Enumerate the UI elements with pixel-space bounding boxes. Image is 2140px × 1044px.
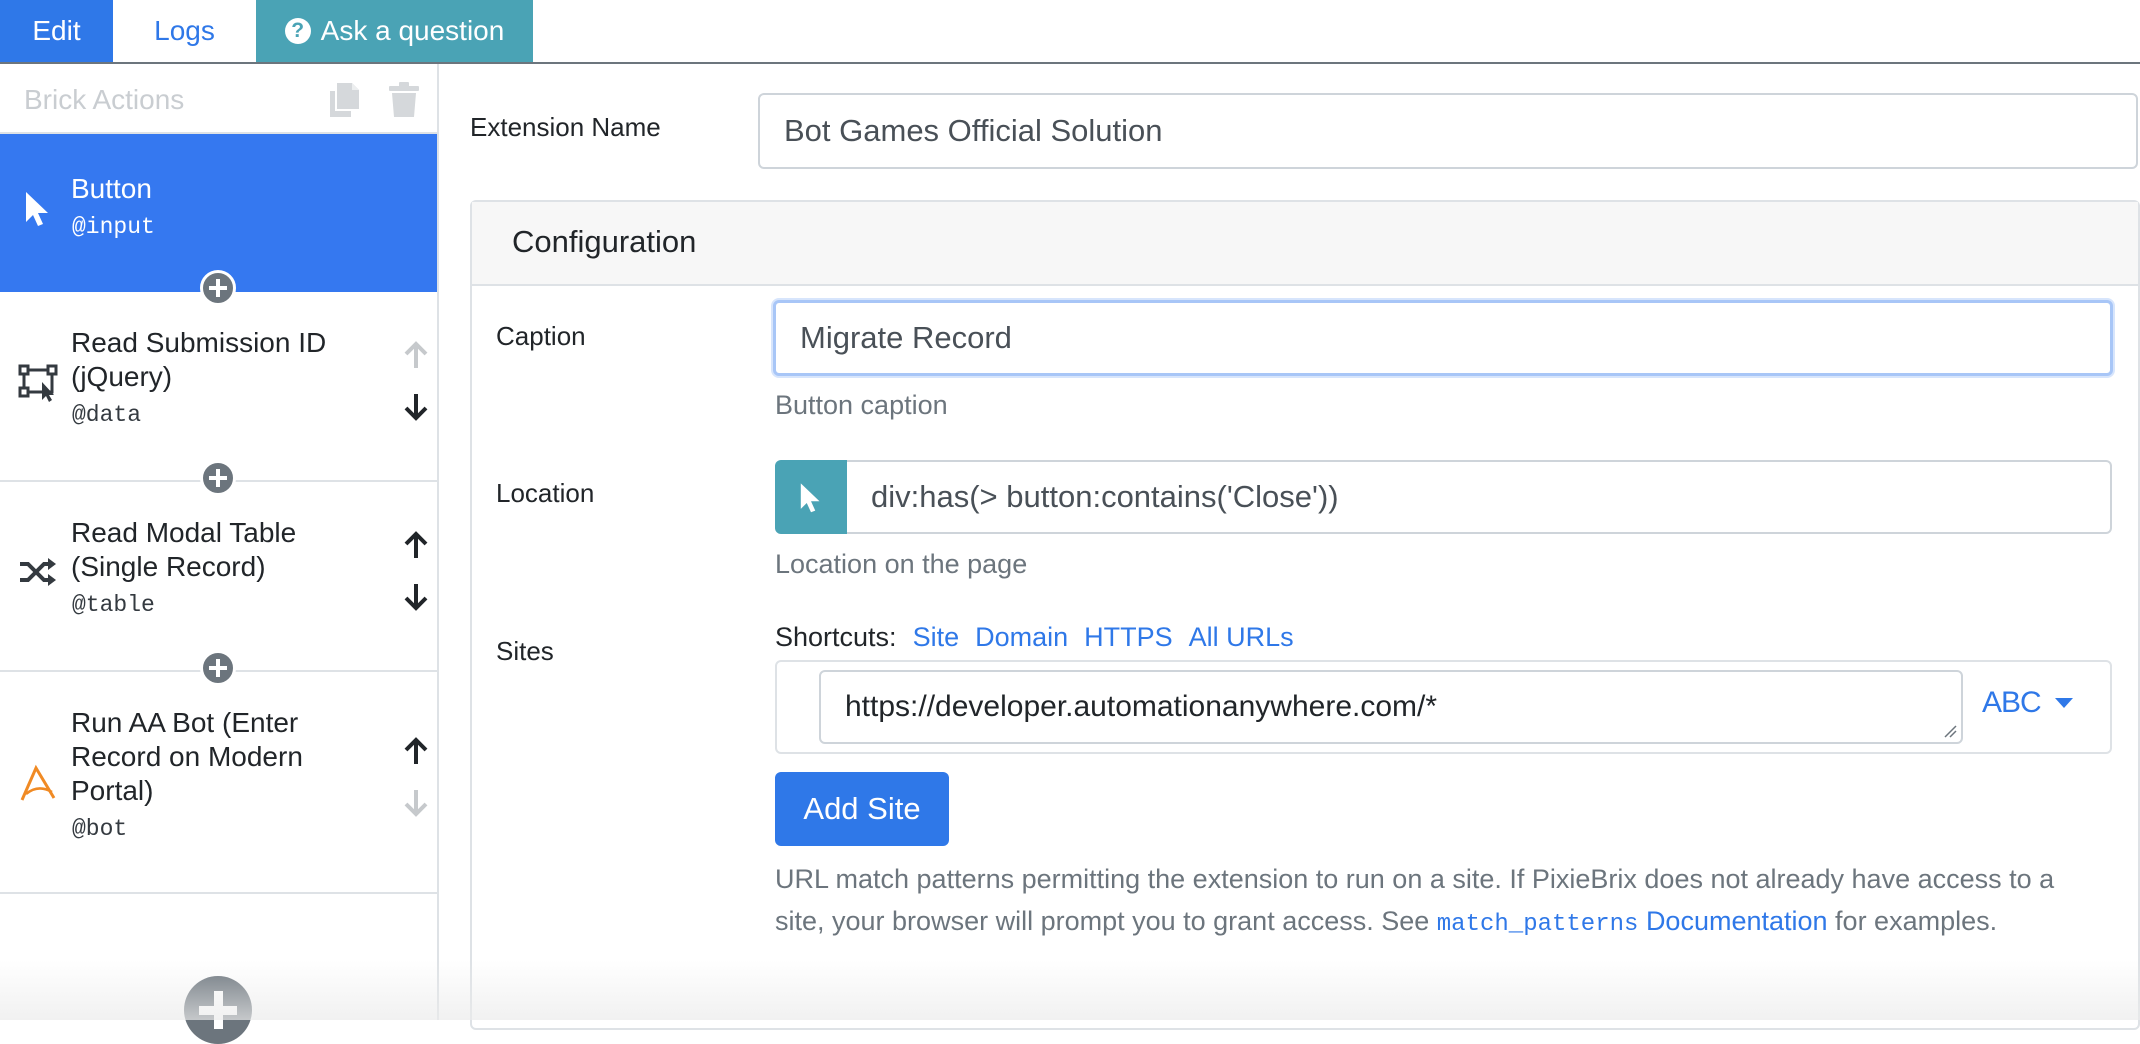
field-type-label: ABC — [1982, 686, 2042, 719]
tab-edit-label: Edit — [32, 15, 81, 46]
brick-output-var: @table — [72, 592, 155, 618]
brick-name: Read Modal Table (Single Record) — [71, 517, 297, 582]
question-circle-icon: ? — [284, 18, 311, 44]
match-patterns-code: match_patterns — [1436, 911, 1639, 938]
add-brick-large-button[interactable] — [184, 976, 252, 1044]
caption-label: Caption — [496, 321, 586, 351]
automation-anywhere-icon — [20, 764, 56, 801]
brick-actions-sidebar: Brick Actions Button @input Read Submiss… — [0, 64, 439, 1044]
brick-name: Button — [71, 173, 152, 204]
shortcut-all-urls-link[interactable]: All URLs — [1189, 622, 1294, 653]
brick-output-var: @data — [72, 402, 142, 428]
move-up-arrow-icon[interactable] — [400, 736, 432, 768]
site-pattern-group: https://developer.automationanywhere.com… — [775, 660, 2112, 754]
move-up-arrow-icon[interactable] — [400, 530, 432, 562]
move-up-arrow-icon[interactable] — [400, 340, 432, 372]
brick-item-button[interactable]: Button @input — [0, 134, 437, 292]
location-help-text: Location on the page — [775, 549, 1028, 579]
location-label: Location — [496, 478, 595, 508]
select-element-button[interactable] — [775, 460, 847, 534]
copy-icon[interactable] — [328, 82, 360, 118]
caption-input[interactable]: Migrate Record — [773, 300, 2113, 376]
configuration-title: Configuration — [512, 224, 697, 259]
resize-grip-icon[interactable] — [1943, 724, 1957, 738]
brick-actions-title: Brick Actions — [24, 84, 185, 115]
tab-edit[interactable]: Edit — [0, 0, 113, 62]
tab-logs[interactable]: Logs — [113, 0, 256, 62]
trash-icon[interactable] — [388, 82, 420, 118]
move-down-arrow-icon[interactable] — [400, 786, 432, 818]
sites-help-text: URL match patterns permitting the extens… — [775, 858, 2105, 946]
brick-output-var: @bot — [72, 816, 128, 842]
brick-actions-header: Brick Actions — [0, 64, 437, 134]
move-down-arrow-icon[interactable] — [400, 580, 432, 612]
shortcut-domain-link[interactable]: Domain — [975, 622, 1068, 653]
cursor-icon — [26, 192, 48, 226]
caption-help-text: Button caption — [775, 390, 948, 420]
brick-name: Read Submission ID (jQuery) — [71, 327, 327, 392]
brick-item-run-aa-bot[interactable]: Run AA Bot (Enter Record on Modern Porta… — [0, 672, 437, 894]
brick-name: Run AA Bot (Enter Record on Modern Porta… — [71, 707, 303, 806]
brick-item-read-modal-table[interactable]: Read Modal Table (Single Record) @table — [0, 482, 437, 672]
shuffle-icon — [20, 558, 56, 586]
brick-output-var: @input — [72, 214, 155, 240]
cursor-icon — [800, 483, 820, 513]
extension-name-label: Extension Name — [470, 112, 661, 142]
sites-label: Sites — [496, 636, 554, 666]
shortcuts-row: Shortcuts: Site Domain HTTPS All URLs — [775, 622, 1294, 653]
ask-question-button[interactable]: ? Ask a question — [256, 0, 533, 62]
documentation-link[interactable]: Documentation — [1646, 906, 1828, 936]
move-down-arrow-icon[interactable] — [400, 390, 432, 422]
field-type-toggle[interactable]: ABC — [1982, 686, 2073, 720]
location-selector-input[interactable]: div:has(> button:contains('Close')) — [847, 460, 2112, 534]
chevron-down-icon — [2054, 698, 2073, 708]
tab-logs-label: Logs — [154, 15, 215, 46]
shortcuts-label: Shortcuts: — [775, 622, 897, 652]
site-pattern-value: https://developer.automationanywhere.com… — [845, 690, 1438, 723]
shortcut-site-link[interactable]: Site — [913, 622, 960, 653]
sites-help-part2: for examples. — [1827, 906, 1998, 936]
extension-name-input[interactable]: Bot Games Official Solution — [758, 93, 2138, 169]
site-pattern-input[interactable]: https://developer.automationanywhere.com… — [819, 670, 1963, 744]
configuration-header: Configuration — [472, 202, 2138, 286]
add-site-button[interactable]: Add Site — [775, 772, 949, 846]
brick-item-read-submission-id[interactable]: Read Submission ID (jQuery) @data — [0, 292, 437, 482]
top-tab-bar: Edit Logs ? Ask a question — [0, 0, 2140, 64]
ask-question-label: Ask a question — [320, 15, 505, 46]
add-site-label: Add Site — [803, 791, 921, 826]
selector-icon — [18, 364, 58, 402]
shortcut-https-link[interactable]: HTTPS — [1084, 622, 1173, 653]
